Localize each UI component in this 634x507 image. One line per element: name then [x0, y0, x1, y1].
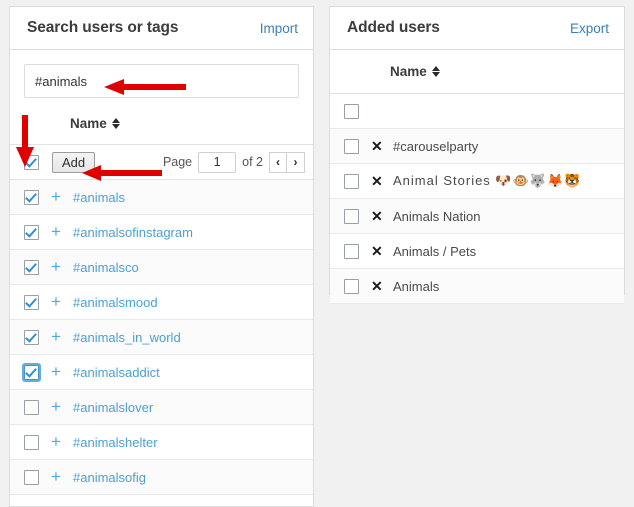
row-label[interactable]: #animals — [73, 190, 125, 205]
page-number-input[interactable] — [198, 151, 237, 173]
table-row[interactable]: + #animalsaddict — [10, 355, 313, 390]
select-all-checkbox-left[interactable] — [24, 154, 39, 170]
added-users-header: Added users Export — [330, 7, 624, 50]
sort-icon[interactable] — [111, 117, 121, 130]
added-users-title: Added users — [347, 19, 440, 36]
row-label[interactable]: #animalsaddict — [73, 365, 160, 380]
plus-icon[interactable]: + — [51, 293, 73, 310]
search-panel-header: Search users or tags Import — [10, 7, 313, 50]
row-label[interactable]: Animals / Pets — [393, 244, 476, 259]
plus-icon[interactable]: + — [51, 433, 73, 450]
plus-icon[interactable]: + — [51, 328, 73, 345]
table-row[interactable] — [330, 94, 624, 129]
table-row[interactable]: ✕ Animals — [330, 269, 624, 304]
table-row[interactable]: + #animalsofig — [10, 460, 313, 495]
pagination: Page of 2 ‹ › — [162, 151, 305, 173]
table-row[interactable]: + #animalsco — [10, 250, 313, 285]
import-link[interactable]: Import — [260, 21, 298, 36]
row-label[interactable]: #animalsofinstagram — [73, 225, 193, 240]
row-checkbox[interactable] — [24, 189, 39, 205]
plus-icon[interactable]: + — [51, 363, 73, 380]
pagination-label: Page — [162, 155, 193, 169]
table-row[interactable]: ✕ Animals Nation — [330, 199, 624, 234]
prev-page-button[interactable]: ‹ — [269, 151, 287, 173]
plus-icon[interactable]: + — [51, 398, 73, 415]
search-panel-title: Search users or tags — [27, 19, 179, 36]
row-label[interactable]: #animalsco — [73, 260, 139, 275]
row-label[interactable]: #animalsofig — [73, 470, 146, 485]
row-checkbox[interactable] — [24, 294, 39, 310]
sort-icon[interactable] — [431, 65, 441, 78]
screen: Search users or tags Import Name Add Pag… — [0, 0, 634, 507]
row-label[interactable]: #animalsmood — [73, 295, 158, 310]
table-row[interactable]: ✕ Animals / Pets — [330, 234, 624, 269]
search-toolbar: Add Page of 2 ‹ › — [10, 145, 313, 180]
row-checkbox[interactable] — [344, 243, 359, 259]
search-column-header-row: Name — [10, 103, 313, 145]
table-row[interactable]: + #animals_in_world — [10, 320, 313, 355]
row-checkbox[interactable] — [344, 278, 359, 294]
column-header-name: Name — [390, 64, 427, 79]
pagination-total: of 2 — [242, 155, 263, 169]
remove-icon[interactable]: ✕ — [371, 279, 393, 293]
table-row[interactable]: + #animalsmood — [10, 285, 313, 320]
table-row[interactable]: ✕ #carouselparty — [330, 129, 624, 164]
row-label[interactable]: Animals — [393, 279, 439, 294]
plus-icon[interactable]: + — [51, 468, 73, 485]
row-checkbox[interactable] — [24, 224, 39, 240]
row-checkbox[interactable] — [344, 173, 359, 189]
search-zone — [10, 50, 313, 98]
plus-icon[interactable]: + — [51, 258, 73, 275]
table-row[interactable]: + #animalsofinstagram — [10, 215, 313, 250]
row-label[interactable]: #animalslover — [73, 400, 153, 415]
added-column-header-row: Name — [330, 50, 624, 94]
remove-icon[interactable]: ✕ — [371, 174, 393, 188]
remove-icon[interactable]: ✕ — [371, 209, 393, 223]
row-checkbox[interactable] — [24, 329, 39, 345]
row-checkbox[interactable] — [24, 469, 39, 485]
remove-icon[interactable]: ✕ — [371, 139, 393, 153]
row-label[interactable]: Animal Stories 🐶🐵🐺🦊🐯 — [393, 173, 581, 189]
search-input[interactable] — [24, 64, 299, 98]
row-checkbox[interactable] — [344, 208, 359, 224]
row-checkbox[interactable] — [22, 362, 41, 382]
export-link[interactable]: Export — [570, 21, 609, 36]
search-users-panel: Search users or tags Import Name Add Pag… — [9, 6, 314, 507]
column-header-name: Name — [70, 116, 107, 131]
remove-icon[interactable]: ✕ — [371, 244, 393, 258]
row-checkbox[interactable] — [24, 259, 39, 275]
row-label[interactable]: #animalshelter — [73, 435, 158, 450]
row-label[interactable]: #carouselparty — [393, 139, 478, 154]
next-page-button[interactable]: › — [287, 151, 305, 173]
row-checkbox[interactable] — [344, 138, 359, 154]
table-row[interactable]: ✕ Animal Stories 🐶🐵🐺🦊🐯 — [330, 164, 624, 199]
search-results-list: + #animals + #animalsofinstagram + #anim… — [10, 180, 313, 495]
table-row[interactable]: + #animalslover — [10, 390, 313, 425]
row-checkbox[interactable] — [24, 434, 39, 450]
plus-icon[interactable]: + — [51, 223, 73, 240]
added-users-panel: Added users Export Name ✕ #carouselparty — [329, 6, 625, 304]
add-button[interactable]: Add — [52, 151, 96, 173]
plus-icon[interactable]: + — [51, 188, 73, 205]
added-users-list: ✕ #carouselparty ✕ Animal Stories 🐶🐵🐺🦊🐯 … — [330, 94, 624, 304]
row-checkbox[interactable] — [24, 399, 39, 415]
table-row[interactable]: + #animals — [10, 180, 313, 215]
select-all-checkbox-right[interactable] — [344, 103, 359, 119]
row-label[interactable]: #animals_in_world — [73, 330, 181, 345]
table-row[interactable]: + #animalshelter — [10, 425, 313, 460]
row-label[interactable]: Animals Nation — [393, 209, 480, 224]
